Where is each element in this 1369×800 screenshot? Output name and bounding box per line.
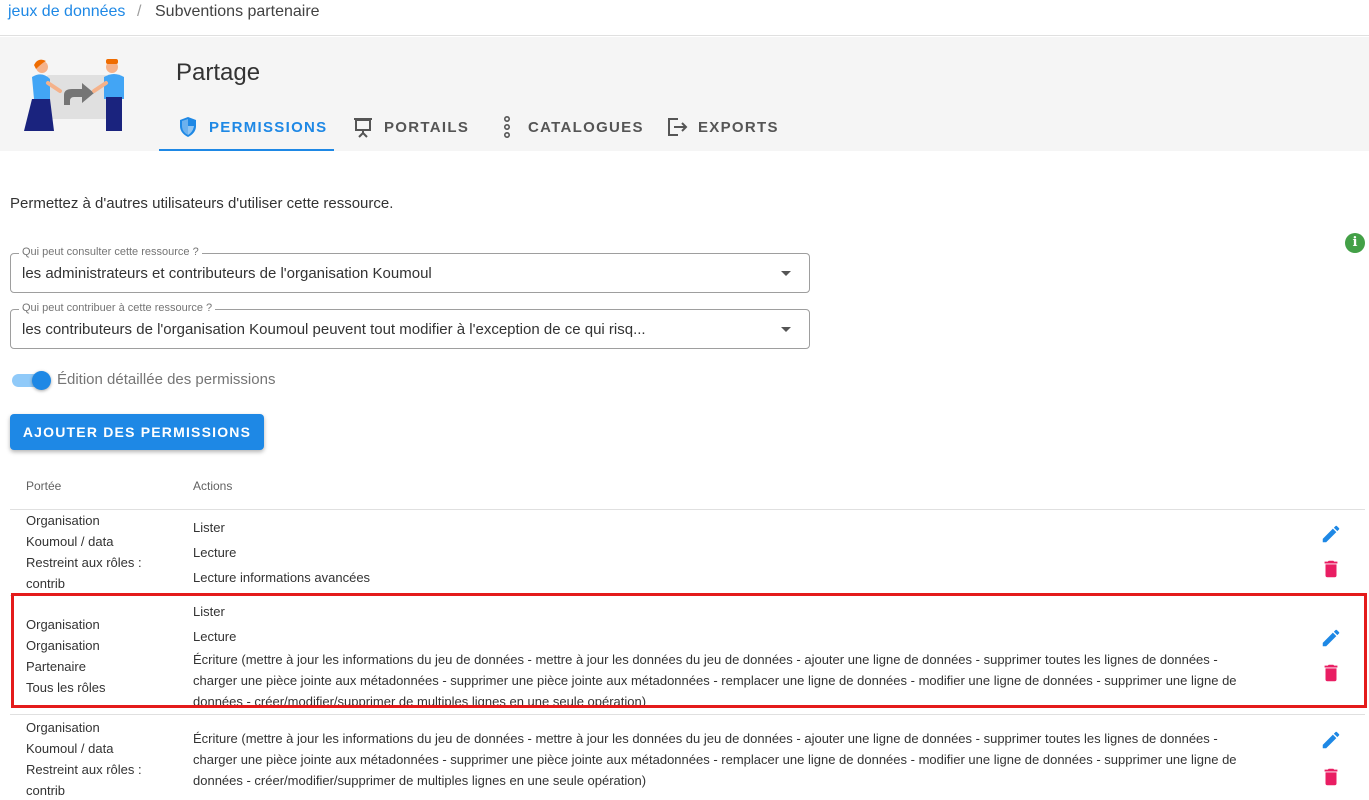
write-access-select[interactable]: Qui peut contribuer à cette ressource ? … [10,302,810,349]
write-access-label: Qui peut contribuer à cette ressource ? [19,302,216,314]
action-item: Lecture informations avancées [193,570,371,585]
scope-line: Restreint aux rôles : [26,762,142,777]
detailed-permissions-label: Édition détaillée des permissions [57,371,276,388]
dots-vertical-icon [496,116,518,138]
scope-line: Organisation [26,617,100,632]
edit-icon[interactable] [1320,627,1342,649]
edit-icon[interactable] [1320,729,1342,751]
scope-line: Organisation [26,720,100,735]
tab-catalogues[interactable]: CATALOGUES [496,103,644,151]
tab-permissions[interactable]: PERMISSIONS [159,103,334,151]
breadcrumb-link-datasets[interactable]: jeux de données [8,3,125,21]
tab-portails-label: PORTAILS [384,118,470,136]
presentation-icon [352,116,374,138]
read-access-label: Qui peut consulter cette ressource ? [19,246,202,258]
scope-line: Restreint aux rôles : [26,555,142,570]
shield-icon [177,116,199,138]
scope-line: Organisation [26,513,100,528]
breadcrumb: jeux de données / Subventions partenaire [0,0,1369,36]
scope-line: Koumoul / data [26,534,114,549]
breadcrumb-separator: / [137,3,142,20]
table-divider [10,509,1365,510]
tab-catalogues-label: CATALOGUES [528,118,644,136]
page-title: Partage [176,59,261,86]
column-header-actions: Actions [193,479,233,493]
info-icon[interactable]: i [1345,233,1365,253]
toggle-thumb [32,371,51,390]
read-access-select[interactable]: Qui peut consulter cette ressource ? les… [10,246,810,293]
share-illustration [24,59,124,131]
tab-permissions-label: PERMISSIONS [209,118,328,136]
action-item-write: Écriture (mettre à jour les informations… [193,652,1237,707]
add-permissions-button[interactable]: AJOUTER DES PERMISSIONS [10,414,264,450]
tab-exports-label: EXPORTS [698,118,779,136]
permissions-table: Portée Actions Organisation Koumoul / da… [10,462,1365,800]
scope-line: Tous les rôles [26,680,106,695]
action-item: Lister [193,604,225,619]
detailed-permissions-toggle[interactable] [12,371,51,390]
export-icon [666,116,688,138]
chevron-down-icon [781,327,791,332]
table-divider [10,595,1365,596]
chevron-down-icon [781,271,791,276]
scope-line: Partenaire [26,659,86,674]
edit-icon[interactable] [1320,523,1342,545]
tab-exports[interactable]: EXPORTS [666,103,779,151]
action-item: Lister [193,520,225,535]
read-access-value: les administrateurs et contributeurs de … [22,265,432,282]
action-item-write: Écriture (mettre à jour les informations… [193,731,1237,788]
table-divider [10,714,1365,715]
scope-line: Organisation [26,638,100,653]
column-header-scope: Portée [26,479,62,493]
write-access-value: les contributeurs de l'organisation Koum… [22,321,646,338]
scope-line: contrib [26,576,66,591]
delete-icon[interactable] [1320,558,1342,580]
share-header: Partage PERMISSIONS PORTAILS CATALOGUES … [0,37,1369,151]
delete-icon[interactable] [1320,766,1342,788]
permissions-description: Permettez à d'autres utilisateurs d'util… [10,195,394,212]
scope-line: Koumoul / data [26,741,114,756]
scope-line: contrib [26,783,66,798]
action-item: Lecture [193,629,237,644]
delete-icon[interactable] [1320,662,1342,684]
breadcrumb-current: Subventions partenaire [155,3,320,20]
action-item: Lecture [193,545,237,560]
tab-portails[interactable]: PORTAILS [352,103,469,151]
